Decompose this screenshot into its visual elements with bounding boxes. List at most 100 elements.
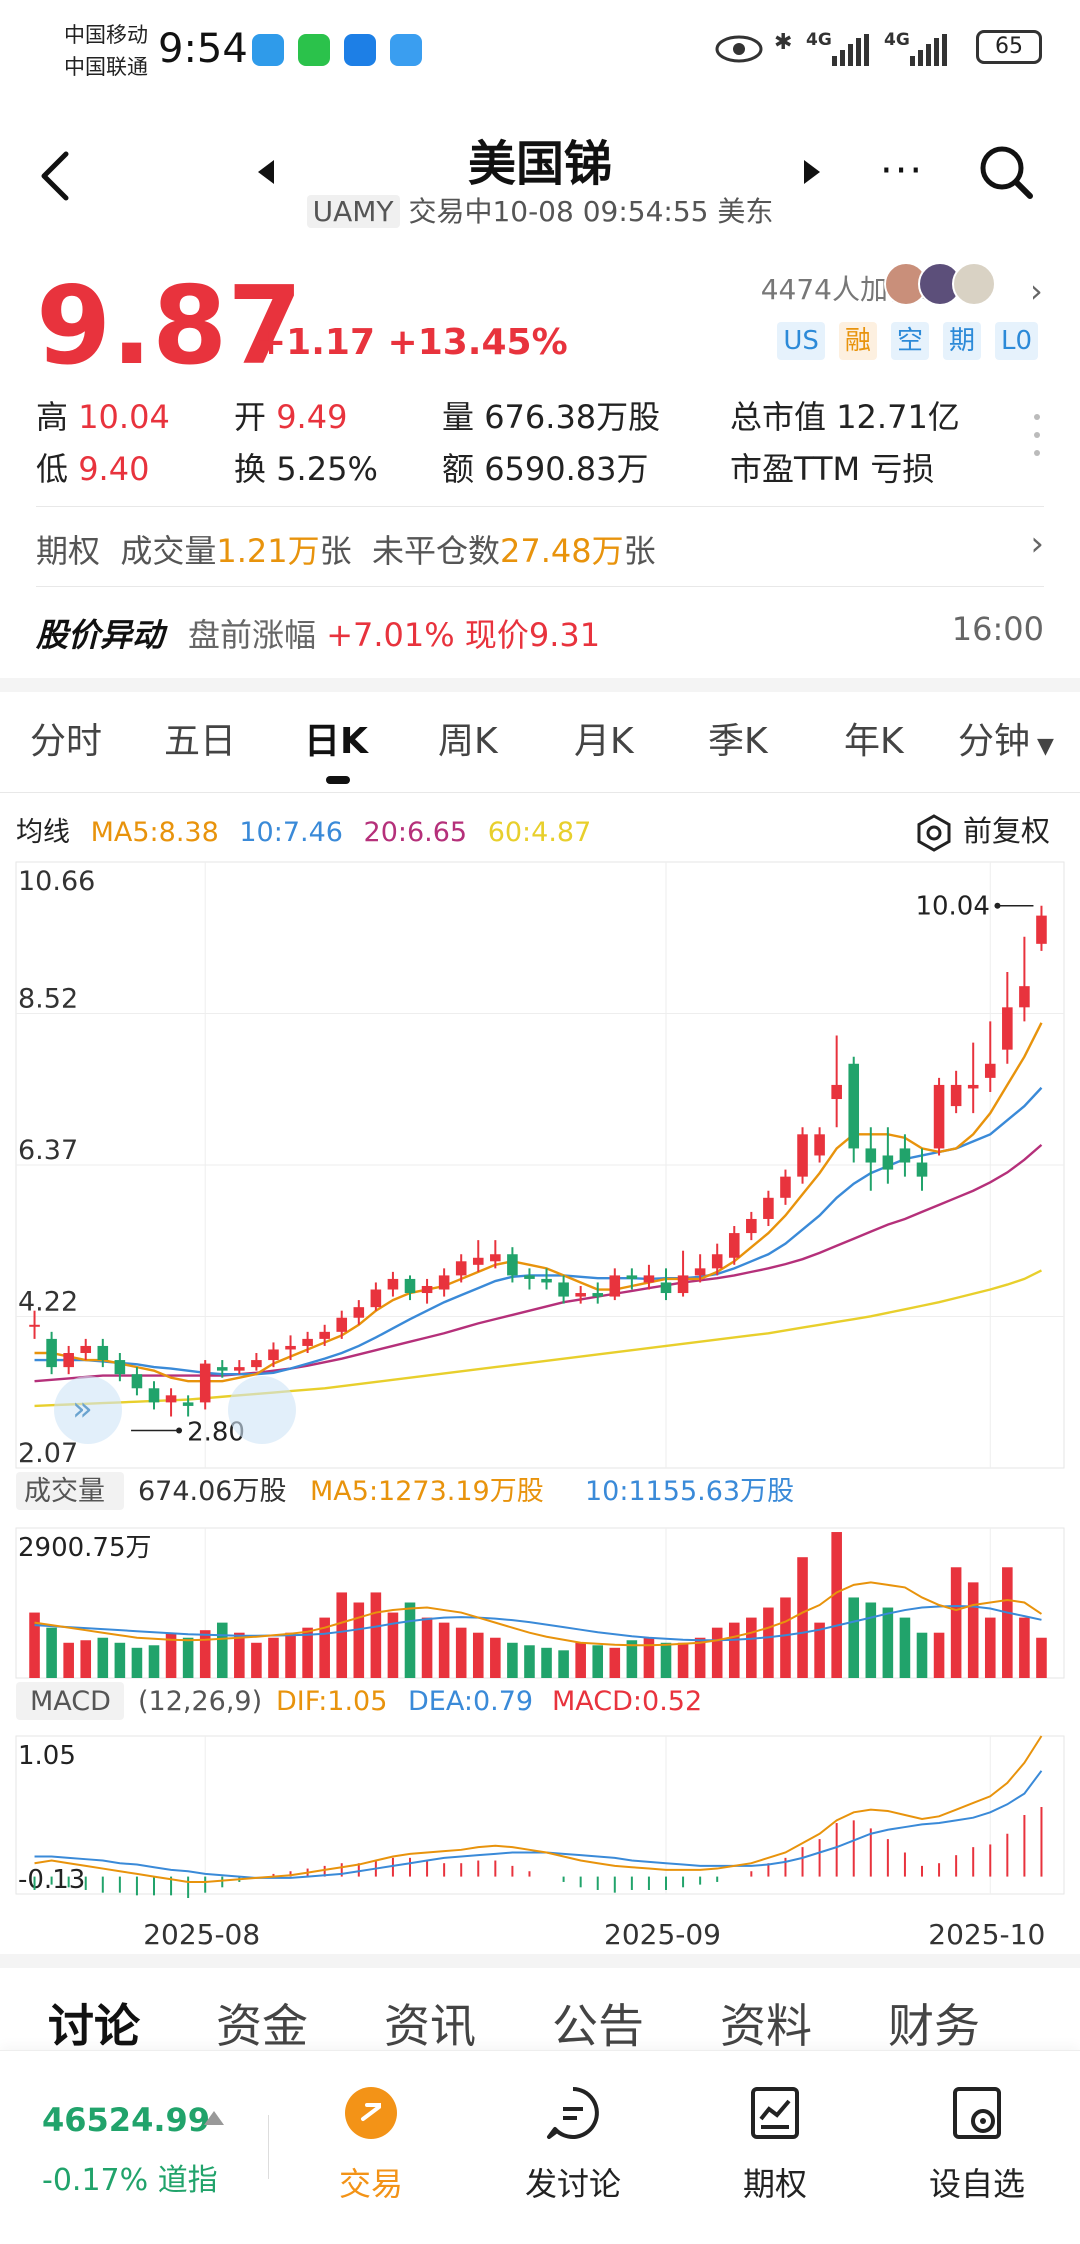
kline-chart[interactable]: 10.668.526.374.222.0710.042.80»成交量 674.06… (0, 850, 1080, 1950)
tab-profile[interactable]: 资料 (720, 1990, 812, 2056)
volume-max-label: 2900.75万 (18, 1533, 152, 1563)
clock: 9:54 (158, 26, 248, 72)
badge-us[interactable]: US (777, 322, 825, 360)
trade-icon (345, 2087, 397, 2139)
volume-bar (984, 1617, 996, 1678)
more-stats-icon[interactable] (1034, 414, 1042, 468)
nav-post-discussion[interactable]: 发讨论 (498, 2085, 648, 2205)
x-tick-label: 2025-08 (143, 1918, 260, 1950)
index-change[interactable]: -0.17% 道指 (42, 2155, 218, 2199)
tab-news[interactable]: 资讯 (384, 1990, 476, 2056)
candle (199, 1363, 211, 1403)
tab-indicator (326, 776, 350, 784)
volume-bar (285, 1632, 296, 1678)
tab-yearly-k[interactable]: 年K (844, 712, 904, 764)
volume-bar (251, 1642, 262, 1678)
badge-margin[interactable]: 融 (838, 322, 877, 360)
app-icon (344, 34, 376, 66)
divider (36, 586, 1044, 587)
badge-options[interactable]: 期 (942, 322, 981, 360)
wechat-icon (298, 34, 330, 66)
high-marker-dot (994, 902, 1001, 909)
search-button[interactable] (976, 142, 1036, 202)
candle (677, 1275, 689, 1294)
volume-bar (114, 1642, 126, 1678)
candle (694, 1268, 706, 1276)
bottom-bar: 46524.99 -0.17% 道指 交易 发讨论 期权 设自选 (0, 2050, 1080, 2244)
candle (1036, 915, 1047, 944)
stat-pe: 市盈TTM 亏损 (730, 450, 935, 488)
chevron-right-icon[interactable]: › (1030, 524, 1044, 564)
ma20-line (34, 1143, 1043, 1383)
tab-five-day[interactable]: 五日 (164, 712, 236, 764)
tab-funds[interactable]: 资金 (216, 1990, 308, 2056)
tab-monthly-k[interactable]: 月K (574, 712, 634, 764)
nav-options[interactable]: 期权 (700, 2085, 850, 2205)
volume-bar (746, 1617, 757, 1678)
trade-status-text: 交易中10-08 09:54:55 美东 (408, 195, 774, 228)
candle (524, 1275, 535, 1279)
index-value[interactable]: 46524.99 (42, 2101, 210, 2139)
ma5-value: MA5:8.38 (90, 817, 219, 848)
next-stock-button[interactable] (804, 160, 820, 184)
candle (216, 1367, 228, 1371)
expand-icon[interactable] (204, 2111, 224, 2125)
volume-bar (353, 1602, 365, 1678)
volume-bar (1002, 1567, 1013, 1678)
y-tick-label: 8.52 (18, 984, 78, 1015)
candle (797, 1134, 808, 1177)
change-percent: +13.45% (387, 322, 568, 363)
ma10-value: 10:7.46 (239, 817, 343, 848)
tab-daily-k[interactable]: 日K (304, 712, 368, 764)
tab-minute[interactable]: 分钟 ▼ (958, 712, 1054, 764)
candle (575, 1293, 586, 1297)
nav-trade[interactable]: 交易 (296, 2085, 446, 2205)
volume-bar (438, 1622, 450, 1678)
x-tick-label: 2025-10 (928, 1918, 1045, 1950)
badge-short[interactable]: 空 (890, 322, 929, 360)
badge-level[interactable]: L0 (994, 322, 1038, 360)
trade-status: UAMY 交易中10-08 09:54:55 美东 (0, 190, 1080, 230)
candle (370, 1289, 382, 1308)
candle (472, 1257, 484, 1265)
tab-weekly-k[interactable]: 周K (438, 712, 498, 764)
volume-bar (728, 1622, 740, 1678)
stat-turnover: 换 5.25% (234, 450, 378, 488)
tab-financials[interactable]: 财务 (888, 1990, 980, 2056)
nav-add-watchlist[interactable]: 设自选 (902, 2085, 1052, 2205)
candle (967, 1084, 979, 1089)
volume-bar (455, 1627, 467, 1678)
candle (831, 1084, 842, 1100)
adjust-button[interactable]: 前复权 (914, 808, 1050, 853)
message-icon (252, 34, 284, 66)
candle (711, 1254, 723, 1269)
tab-quarterly-k[interactable]: 季K (708, 712, 768, 764)
y-tick-label: 4.22 (18, 1287, 78, 1318)
candle (984, 1063, 996, 1078)
volume-bar (370, 1592, 382, 1678)
carrier-1: 中国移动 (64, 23, 148, 47)
options-summary[interactable]: 期权 成交量1.21万张 未平仓数27.48万张 (36, 526, 656, 572)
settings-icon (917, 814, 951, 852)
tab-discussion[interactable]: 讨论 (48, 1990, 140, 2056)
tab-announcements[interactable]: 公告 (552, 1990, 644, 2056)
candle (643, 1275, 655, 1283)
tab-intraday[interactable]: 分时 (30, 712, 102, 764)
change-value: +1.17 (256, 322, 375, 363)
scroll-left-icon: » (72, 1389, 93, 1429)
network-2: 4G (884, 30, 910, 50)
more-button[interactable]: ··· (880, 148, 924, 194)
candle (251, 1360, 262, 1368)
candle (404, 1278, 416, 1294)
candle (865, 1148, 877, 1163)
volume-bar (660, 1642, 672, 1678)
volume-bar (97, 1637, 109, 1678)
price-alert[interactable]: 股价异动 盘前涨幅 +7.01% 现价9.31 (36, 610, 600, 656)
avatar (952, 262, 996, 306)
ma10-line (34, 1086, 1043, 1376)
chevron-right-icon[interactable]: › (1030, 272, 1043, 310)
x-tick-label: 2025-09 (604, 1918, 721, 1950)
macd-dea: DEA:0.79 (408, 1686, 533, 1717)
candle (285, 1345, 296, 1350)
volume-bar (336, 1592, 348, 1678)
